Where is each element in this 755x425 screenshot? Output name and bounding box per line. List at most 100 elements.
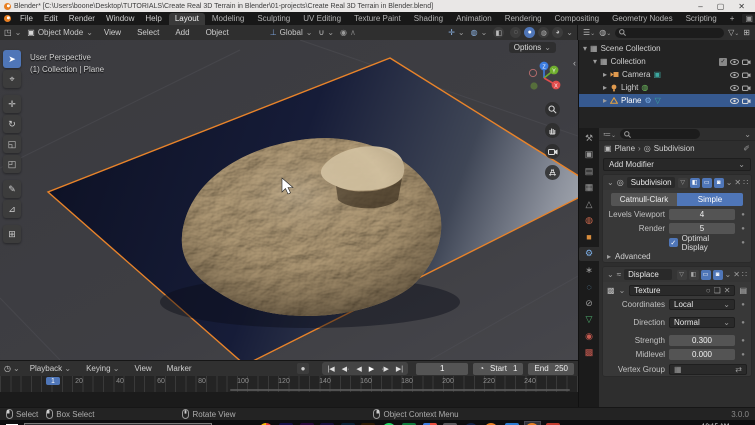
outliner-row-light[interactable]: ▸ Light ◍ <box>579 81 755 94</box>
outliner-filter-dropdown[interactable]: ▽⌄ <box>728 28 739 37</box>
auto-key-button[interactable]: ● <box>296 363 310 374</box>
tool-scale[interactable]: ◱ <box>3 135 21 153</box>
show-in-viewport-toggle[interactable]: ▭ <box>700 269 711 280</box>
jump-to-end-button[interactable]: ▶| <box>393 365 406 373</box>
chevron-down-icon[interactable]: ⌄ <box>619 286 626 295</box>
tab-output[interactable]: ▤ <box>580 164 598 178</box>
photos-legacy-button[interactable] <box>422 422 437 425</box>
workspace-tab-animation[interactable]: Animation <box>450 13 498 25</box>
render-visibility-icon[interactable] <box>742 59 751 65</box>
texture-field[interactable]: Texture ○ ❏ ✕ <box>629 284 736 296</box>
tab-material[interactable]: ◉ <box>580 329 598 343</box>
tab-render[interactable]: ▣ <box>580 148 598 162</box>
tab-texture[interactable]: ▩ <box>580 346 598 360</box>
levels-viewport-field[interactable]: 4 <box>669 209 735 220</box>
outliner-search-input[interactable] <box>615 27 725 38</box>
hide-eye-icon[interactable] <box>730 97 739 104</box>
optimal-display-checkbox[interactable]: ✓ <box>669 238 678 247</box>
media-encoder-button[interactable]: Me <box>320 422 335 425</box>
properties-search-input[interactable] <box>620 129 701 139</box>
options-dropdown[interactable]: Options ⌄ <box>508 42 556 53</box>
tool-add-cube[interactable]: ⊞ <box>3 225 21 243</box>
show-in-editmode-toggle[interactable]: ◧ <box>689 177 700 188</box>
workspace-tab-scripting[interactable]: Scripting <box>680 13 723 25</box>
previous-keyframe-button[interactable]: ◀· <box>339 365 353 373</box>
outliner-display-mode-dropdown[interactable]: ☰⌄ <box>583 28 595 37</box>
modifier-name-field[interactable]: Subdivision <box>626 177 675 188</box>
tab-world[interactable]: ◍ <box>580 214 598 228</box>
file-explorer-button[interactable] <box>238 422 252 425</box>
tool-measure[interactable]: ⊿ <box>3 200 21 218</box>
photoshop-button[interactable]: Ps <box>340 422 355 425</box>
tool-cursor[interactable]: ⌖ <box>3 70 21 88</box>
viewport-menu-select[interactable]: Select <box>132 27 164 38</box>
tool-select-box[interactable]: ➤ <box>3 50 21 68</box>
blender-taskbar-button[interactable] <box>484 422 499 425</box>
snapping-dropdown[interactable]: ∪ ⌄ <box>318 28 334 37</box>
shading-wireframe-button[interactable]: ◌ <box>510 27 522 38</box>
play-button[interactable]: ▶ <box>366 365 377 373</box>
sidebar-collapse-arrow[interactable]: ‹ <box>573 58 576 68</box>
transform-orientation-dropdown[interactable]: ⊥ Global ⌄ <box>270 28 313 37</box>
outliner-row-camera[interactable]: ▸ Camera ▣ <box>579 68 755 81</box>
tool-transform[interactable]: ◰ <box>3 155 21 173</box>
modifier-extras-icon[interactable]: ⌄ <box>725 270 732 279</box>
render-visibility-icon[interactable] <box>742 85 751 91</box>
tab-scene[interactable]: △ <box>580 197 598 211</box>
show-overlays-dropdown[interactable]: ◍ ⌄ <box>471 28 488 37</box>
tab-object-data[interactable]: ▽ <box>580 313 598 327</box>
menu-help[interactable]: Help <box>140 13 166 24</box>
outliner-row-collection[interactable]: ▾ ▦ Collection ✓ <box>579 55 755 68</box>
strength-field[interactable]: 0.300 <box>669 335 735 346</box>
timeline-menu-view[interactable]: View <box>130 363 157 374</box>
shading-rendered-button[interactable]: ◕ <box>552 27 564 38</box>
animate-dot-icon[interactable]: ● <box>739 338 747 344</box>
viewport-menu-view[interactable]: View <box>99 27 126 38</box>
jump-to-start-button[interactable]: |◀ <box>324 365 337 373</box>
vertex-group-field[interactable]: ▦ ⇄ <box>669 363 747 375</box>
invert-vertex-group-icon[interactable]: ⇄ <box>735 365 742 374</box>
direction-dropdown[interactable]: Normal ⌄ <box>669 317 735 328</box>
red-app-button[interactable]: C <box>545 422 560 425</box>
end-frame-field[interactable]: 250 <box>555 364 568 373</box>
delete-modifier-icon[interactable]: ✕ <box>734 178 741 187</box>
animate-dot-icon[interactable]: ● <box>739 352 747 358</box>
menu-file[interactable]: File <box>15 13 38 24</box>
hide-eye-icon[interactable] <box>730 84 739 91</box>
mode-selector[interactable]: ▣ Object Mode ⌄ <box>27 28 93 37</box>
camtasia-button[interactable]: C <box>402 422 417 425</box>
editor-type-button[interactable]: ◳ ⌄ <box>4 28 21 37</box>
viewport-menu-add[interactable]: Add <box>170 27 194 38</box>
tab-tool[interactable]: ⚒ <box>580 131 598 145</box>
tool-move[interactable]: ✛ <box>3 95 21 113</box>
after-effects-button[interactable]: Ae <box>279 422 294 425</box>
workspace-tab-layout[interactable]: Layout <box>168 12 205 25</box>
pin-icon[interactable]: ✐ <box>743 144 750 153</box>
add-modifier-dropdown[interactable]: Add Modifier ⌄ <box>603 158 751 171</box>
midlevel-field[interactable]: 0.000 <box>669 349 735 360</box>
expand-icon[interactable]: ⌄ <box>607 178 614 187</box>
hide-eye-icon[interactable] <box>730 58 739 65</box>
premiere-button[interactable]: Pr <box>299 422 314 425</box>
timeline-scrollbar[interactable] <box>230 389 570 391</box>
show-in-editmode-toggle[interactable]: ◧ <box>688 269 699 280</box>
breadcrumb-modifier[interactable]: Subdivision <box>654 144 695 153</box>
drag-handle-icon[interactable]: ∷ <box>742 270 747 279</box>
whatsapp-button[interactable]: ✆ <box>381 422 396 425</box>
workspace-tab-shading[interactable]: Shading <box>408 13 449 25</box>
show-on-cage-toggle[interactable]: ▽ <box>677 177 688 188</box>
outliner-filter-id-dropdown[interactable]: ◍⌄ <box>599 28 611 37</box>
disclosure-icon[interactable]: ▾ <box>593 57 597 66</box>
proportional-editing-dropdown[interactable]: ◉ ∧ <box>340 28 356 37</box>
new-collection-button[interactable]: ⊞ <box>743 28 750 37</box>
tab-view-layer[interactable]: ▦ <box>580 181 598 195</box>
breadcrumb-object[interactable]: Plane <box>615 144 635 153</box>
photos-button[interactable]: ▲ <box>504 422 519 425</box>
current-frame-field[interactable]: 1 <box>416 362 469 375</box>
unlink-texture-icon[interactable]: ✕ <box>724 286 731 295</box>
modifier-extras-icon[interactable]: ⌄ <box>726 178 733 187</box>
show-in-render-toggle[interactable]: ◙ <box>713 177 724 188</box>
chevron-down-icon[interactable]: ⌄ <box>744 130 751 139</box>
animate-dot-icon[interactable]: ● <box>739 302 747 308</box>
timeline-menu-marker[interactable]: Marker <box>162 363 197 374</box>
